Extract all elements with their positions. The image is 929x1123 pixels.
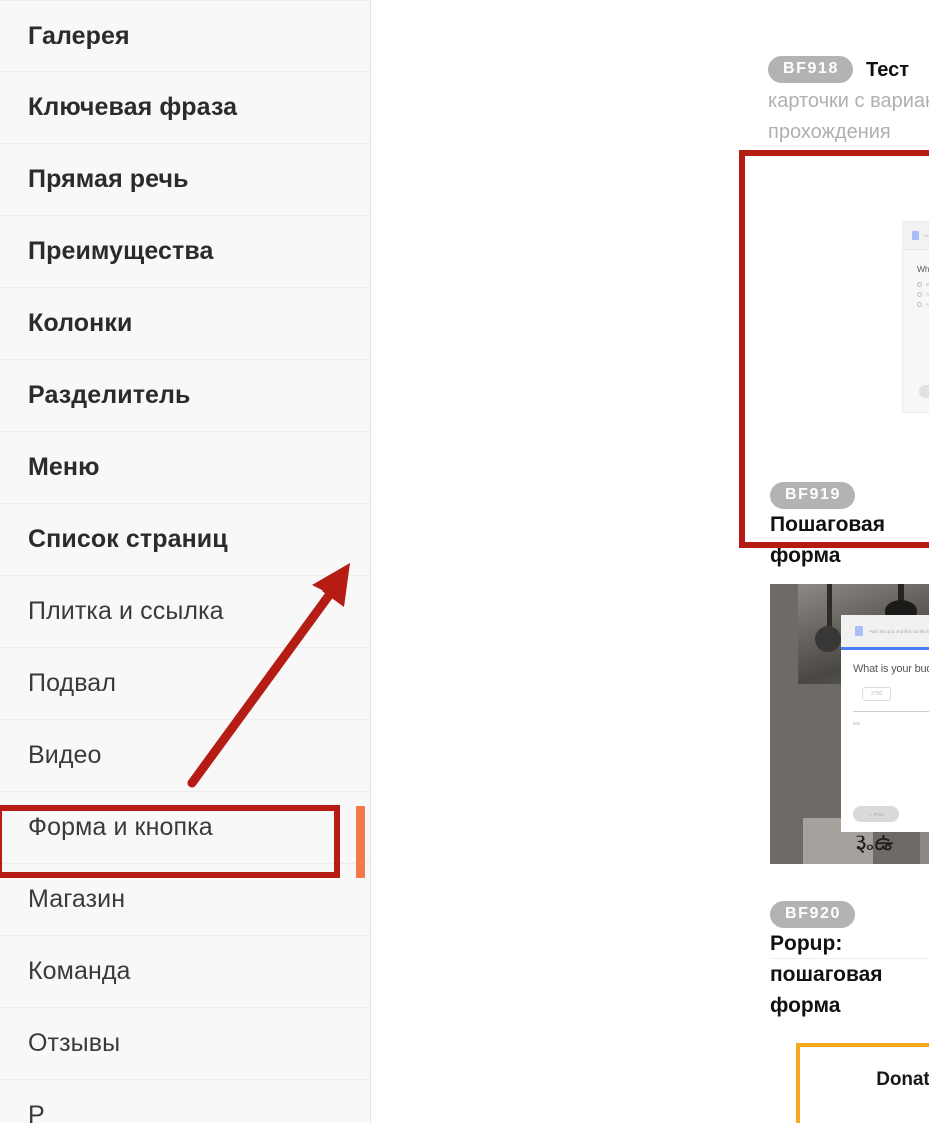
sidebar-item-label: Прямая речь xyxy=(28,165,189,193)
block-preview-bf920[interactable]: photo garden, oak with publisher ૱ఉ ✕ xyxy=(770,584,929,864)
preview-form-footer: ← Prev Next → xyxy=(903,385,929,398)
sidebar-item-directspeech[interactable]: Прямая речь xyxy=(0,144,370,216)
sidebar-item-label: Разделитель xyxy=(28,381,191,409)
block-code-badge: BF920 xyxy=(770,901,856,928)
sidebar-item-label: Отзывы xyxy=(28,1029,121,1057)
block-description: карточки с вариантами ответа, результаты… xyxy=(768,90,929,143)
quiz-icon xyxy=(912,231,919,240)
sidebar-item-label: Команда xyxy=(28,957,131,985)
popup-form-card: Pass the quiz and find out the best vari… xyxy=(841,615,929,832)
page-root: Галерея Ключевая фраза Прямая речь Преим… xyxy=(0,0,929,1123)
preview-question: What kind of vacation do you prefer? xyxy=(917,264,929,274)
preview-option[interactable]: Beach Holidays xyxy=(917,282,929,287)
block-label-bf920: BF920 Popup: пошаговая форма xyxy=(770,897,929,1021)
block-title: Тест xyxy=(866,59,910,81)
sidebar-item-label: Подвал xyxy=(28,669,117,697)
scroll-position-indicator[interactable] xyxy=(356,806,365,878)
popup-prev-button[interactable]: ← Prev xyxy=(853,806,899,822)
photo-lamp-cord xyxy=(827,584,832,632)
sidebar-item-formandbutton[interactable]: Форма и кнопка xyxy=(0,792,370,864)
block-title: Пошаговая форма xyxy=(770,513,885,567)
photo-glyph: ૱ఉ xyxy=(855,830,894,856)
sidebar-item-pagelist[interactable]: Список страниц xyxy=(0,504,370,576)
preview-form-body: What kind of vacation do you prefer? Bea… xyxy=(903,250,929,307)
popup-slider[interactable] xyxy=(853,707,929,716)
sidebar-item-label: Преимущества xyxy=(28,237,214,265)
sidebar-item-label: Магазин xyxy=(28,885,126,913)
block-label-bf919: BF919 Пошаговая форма xyxy=(770,478,929,571)
block-code-badge: BF918 xyxy=(768,56,854,83)
preview-form-header: Pass the quiz and find out the best vari… xyxy=(903,222,929,250)
sidebar-item-label: Ключевая фраза xyxy=(28,93,238,121)
content-area: BF918 Тест карточки с вариантами ответа,… xyxy=(371,0,929,1123)
popup-form-footer: ← Prev Next → xyxy=(841,806,929,822)
sidebar-item-label: Колонки xyxy=(28,309,133,337)
sidebar-item-keyphrase[interactable]: Ключевая фраза xyxy=(0,72,370,144)
sidebar-item-reviews[interactable]: Отзывы xyxy=(0,1008,370,1080)
sidebar-item-advantages[interactable]: Преимущества xyxy=(0,216,370,288)
sidebar-item-menu[interactable]: Меню xyxy=(0,432,370,504)
popup-form-header: Pass the quiz and find out the best vari… xyxy=(841,615,929,647)
sidebar-item-shop[interactable]: Магазин xyxy=(0,864,370,936)
sidebar-item-label: Плитка и ссылка xyxy=(28,597,224,625)
sidebar-item-label: Галерея xyxy=(28,21,130,50)
sidebar-item-separator[interactable]: Разделитель xyxy=(0,360,370,432)
sidebar-item-gallery[interactable]: Галерея xyxy=(0,0,370,72)
preview-option[interactable]: Adventure xyxy=(917,292,929,297)
sidebar-item-columns[interactable]: Колонки xyxy=(0,288,370,360)
sidebar-item-label: Форма и кнопка xyxy=(28,813,213,841)
radio-icon xyxy=(917,302,922,307)
radio-icon xyxy=(917,282,922,287)
sidebar-item-partial[interactable]: Р xyxy=(0,1080,370,1123)
sidebar-item-tileandlink[interactable]: Плитка и ссылка xyxy=(0,576,370,648)
preview-option[interactable]: Art and Culture xyxy=(917,302,929,307)
sidebar-item-label: Список страниц xyxy=(28,525,228,553)
slider-track xyxy=(853,711,929,712)
sidebar-item-label: Видео xyxy=(28,741,102,769)
sidebar: Галерея Ключевая фраза Прямая речь Преим… xyxy=(0,0,371,1123)
donation-block[interactable]: Donation for a new music album Buy us a … xyxy=(796,1043,929,1123)
popup-question: What is your budget per person? xyxy=(853,663,929,675)
preview-header-text: Pass the quiz and find out the best vari… xyxy=(924,233,929,238)
slider-min-label: 500 xyxy=(853,721,861,726)
photo-lamp-shade xyxy=(815,626,841,652)
popup-header-text: Pass the quiz and find out the best vari… xyxy=(869,628,929,634)
block-code-badge: BF919 xyxy=(770,482,856,509)
section-divider xyxy=(770,958,929,959)
sidebar-item-label: Меню xyxy=(28,453,100,481)
popup-slider-value: 2750 xyxy=(862,687,892,701)
quiz-icon xyxy=(855,626,863,636)
block-title: Popup: пошаговая форма xyxy=(770,932,883,1017)
radio-icon xyxy=(917,292,922,297)
sidebar-item-label: Р xyxy=(28,1101,45,1123)
popup-form-body: What is your budget per person? 2750 500… xyxy=(841,650,929,726)
donation-subtitle: Buy us a beer xyxy=(800,1101,929,1117)
sidebar-item-footer[interactable]: Подвал xyxy=(0,648,370,720)
popup-slider-range: 500 5000 xyxy=(853,721,929,726)
block-preview-bf919[interactable]: Pass the quiz and find out the best vari… xyxy=(902,221,929,413)
sidebar-item-video[interactable]: Видео xyxy=(0,720,370,792)
block-label-bf918: BF918 Тест карточки с вариантами ответа,… xyxy=(768,52,929,148)
preview-prev-button[interactable]: ← Prev xyxy=(919,385,929,398)
donation-title: Donation for a new music album xyxy=(876,1069,929,1090)
sidebar-item-team[interactable]: Команда xyxy=(0,936,370,1008)
